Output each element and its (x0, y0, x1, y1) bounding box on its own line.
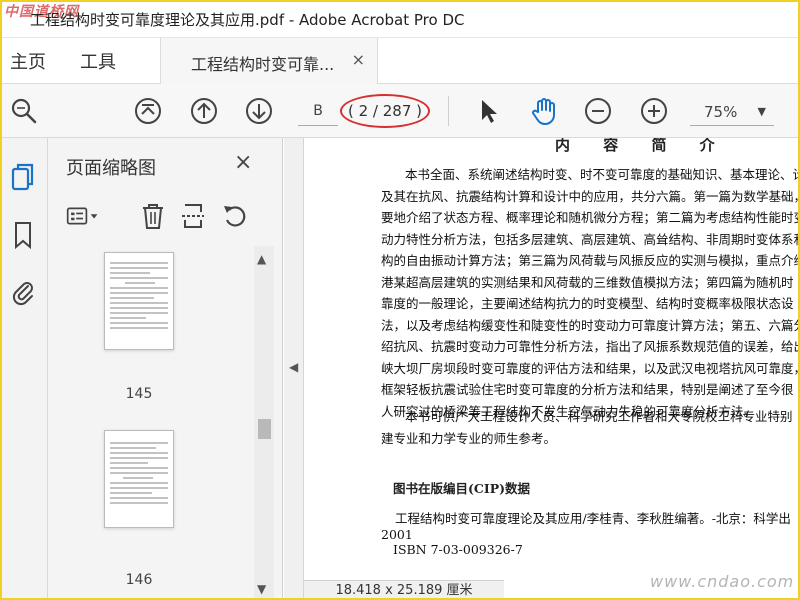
hand-tool-button[interactable] (528, 95, 560, 127)
toolbar: B ( 2 / 287 ) 75% ▼ (0, 84, 800, 138)
text-line: 构的自由振动计算方法；第三篇为风荷载与风振反应的实测与模拟，重点介绍 (381, 253, 800, 268)
text-line: 本书全面、系统阐述结构时变、时不变可靠度的基础知识、基本理论、计算 (405, 167, 800, 182)
copy-pages-icon (11, 163, 34, 191)
arrow-down-icon (246, 98, 272, 124)
toolbar-divider (448, 96, 449, 126)
close-tab-button[interactable]: × (352, 50, 365, 69)
tab-tools[interactable]: 工具 (80, 48, 116, 74)
next-page-button[interactable] (243, 95, 275, 127)
trash-icon (143, 204, 163, 229)
text-line: 及其在抗风、抗震结构计算和设计中的应用，共分六篇。第一篇为数学基础，简 (381, 188, 800, 204)
title-bar: 中国道桥网 工程结构时变可靠度理论及其应用.pdf - Adobe Acroba… (0, 0, 800, 38)
document-paragraph-2: 本书可供广大工程设计人员、科学研究工作者和大专院校工科专业特别 建专业和力学专业… (381, 406, 800, 449)
text-line: 港某超高层建筑的实测结果和风荷载的三维数值模拟方法；第四篇为随机时 (381, 274, 794, 290)
document-paragraph-1: 本书全面、系统阐述结构时变、时不变可靠度的基础知识、基本理论、计算 及其在抗风、… (381, 164, 800, 422)
cip-line: 工程结构时变可靠度理论及其应用/李桂青、李秋胜编著。-北京：科学出 (395, 511, 791, 526)
text-line: 绍抗风、抗震时变动力可靠性分析方法，指出了风振系数规范值的误差，给出 (381, 339, 800, 354)
minus-circle-icon (585, 98, 611, 124)
first-page-icon (135, 98, 161, 124)
tabs-row: 主页 工具 工程结构时变可靠... × (0, 38, 800, 84)
text-line: 动力特性分析方法，包括多层建筑、高层建筑、高耸结构、非周期时变体系和弃 (381, 231, 800, 247)
page-thumbnails-panel: 页面缩略图 × 145 146 ▲ ▼ (48, 138, 283, 600)
cip-heading: 图书在版编目(CIP)数据 (393, 481, 531, 496)
cursor-arrow-icon (482, 100, 497, 123)
scrollbar-thumb[interactable] (258, 419, 271, 439)
tab-home[interactable]: 主页 (10, 48, 46, 74)
bookmark-icon (15, 222, 31, 250)
chevron-left-icon: ◀ (289, 360, 299, 374)
thumbnail-list: 145 146 (66, 246, 254, 596)
navigation-rail (0, 138, 48, 600)
panel-collapse-handle[interactable]: ◀ (284, 138, 304, 600)
chevron-down-icon: ▼ (757, 105, 766, 118)
bookmarks-button[interactable] (6, 218, 40, 252)
page-thumbnail[interactable] (104, 252, 174, 350)
arrow-up-icon (191, 98, 217, 124)
text-line: 靠度的一般理论，主要阐述结构抗力的时变模型、结构时变概率极限状态设 (381, 296, 794, 311)
zoom-level-value: 75% (704, 103, 738, 121)
watermark-url: www.cndao.com (650, 572, 795, 591)
text-line: 建专业和力学专业的师生参考。 (381, 430, 557, 446)
cip-line: 2001 (381, 527, 413, 542)
page-thumbnails-button[interactable] (6, 160, 40, 194)
extract-page-button[interactable] (176, 200, 210, 232)
document-view[interactable]: 内 容 简 介 本书全面、系统阐述结构时变、时不变可靠度的基础知识、基本理论、计… (305, 138, 800, 600)
close-panel-button[interactable]: × (234, 150, 252, 175)
options-menu-button[interactable] (66, 200, 100, 232)
rotate-page-button[interactable] (218, 200, 252, 232)
zoom-out-button[interactable] (582, 95, 614, 127)
hand-icon (532, 98, 555, 125)
page-count: ( 2 / 287 ) (340, 94, 430, 128)
page-thumbnail[interactable] (104, 430, 174, 528)
scroll-down-icon[interactable]: ▼ (257, 582, 266, 596)
page-number-input[interactable]: B (298, 96, 338, 126)
list-options-icon (66, 207, 98, 225)
tab-document[interactable]: 工程结构时变可靠... × (160, 38, 378, 84)
thumbnail-page-number: 145 (125, 386, 153, 402)
document-tab-label: 工程结构时变可靠... (191, 55, 335, 74)
thumbnail-page-number: 146 (125, 572, 153, 588)
magnifier-icon (11, 98, 37, 124)
page-size-indicator: 18.418 x 25.189 厘米 (304, 580, 504, 600)
first-page-button[interactable] (132, 95, 164, 127)
thumbnail-scrollbar[interactable]: ▲ ▼ (254, 246, 274, 600)
paperclip-icon (12, 282, 33, 306)
zoom-search-button[interactable] (8, 95, 40, 127)
delete-page-button[interactable] (136, 200, 170, 232)
cip-line: ISBN 7-03-009326-7 (393, 542, 523, 557)
plus-circle-icon (641, 98, 667, 124)
previous-page-button[interactable] (188, 95, 220, 127)
split-page-icon (182, 204, 204, 228)
document-heading: 内 容 简 介 (555, 138, 729, 154)
rotate-icon (224, 206, 246, 227)
window-title: 工程结构时变可靠度理论及其应用.pdf - Adobe Acrobat Pro … (30, 11, 465, 29)
text-line: 峡大坝厂房坝段时变可靠度的评估方法和结果，以及武汉电视塔抗风可靠度， (381, 360, 800, 376)
zoom-in-button[interactable] (638, 95, 670, 127)
scroll-up-icon[interactable]: ▲ (257, 252, 266, 266)
select-tool-button[interactable] (472, 95, 504, 127)
text-line: 要地介绍了状态方程、概率理论和随机微分方程；第二篇为考虑结构性能时变 (381, 210, 800, 225)
zoom-level-select[interactable]: 75% ▼ (690, 98, 774, 126)
text-line: 本书可供广大工程设计人员、科学研究工作者和大专院校工科专业特别 (405, 409, 793, 424)
text-line: 法，以及考虑结构缓变性和陡变性的时变动力可靠度计算方法；第五、六篇分 (381, 317, 800, 333)
text-line: 框架轻板抗震试验住宅时变可靠度的分析方法和结果，特别是阐述了至今很 (381, 382, 794, 397)
attachments-button[interactable] (6, 274, 40, 308)
thumbnail-toolbar (66, 196, 266, 236)
panel-title: 页面缩略图 (66, 158, 156, 179)
